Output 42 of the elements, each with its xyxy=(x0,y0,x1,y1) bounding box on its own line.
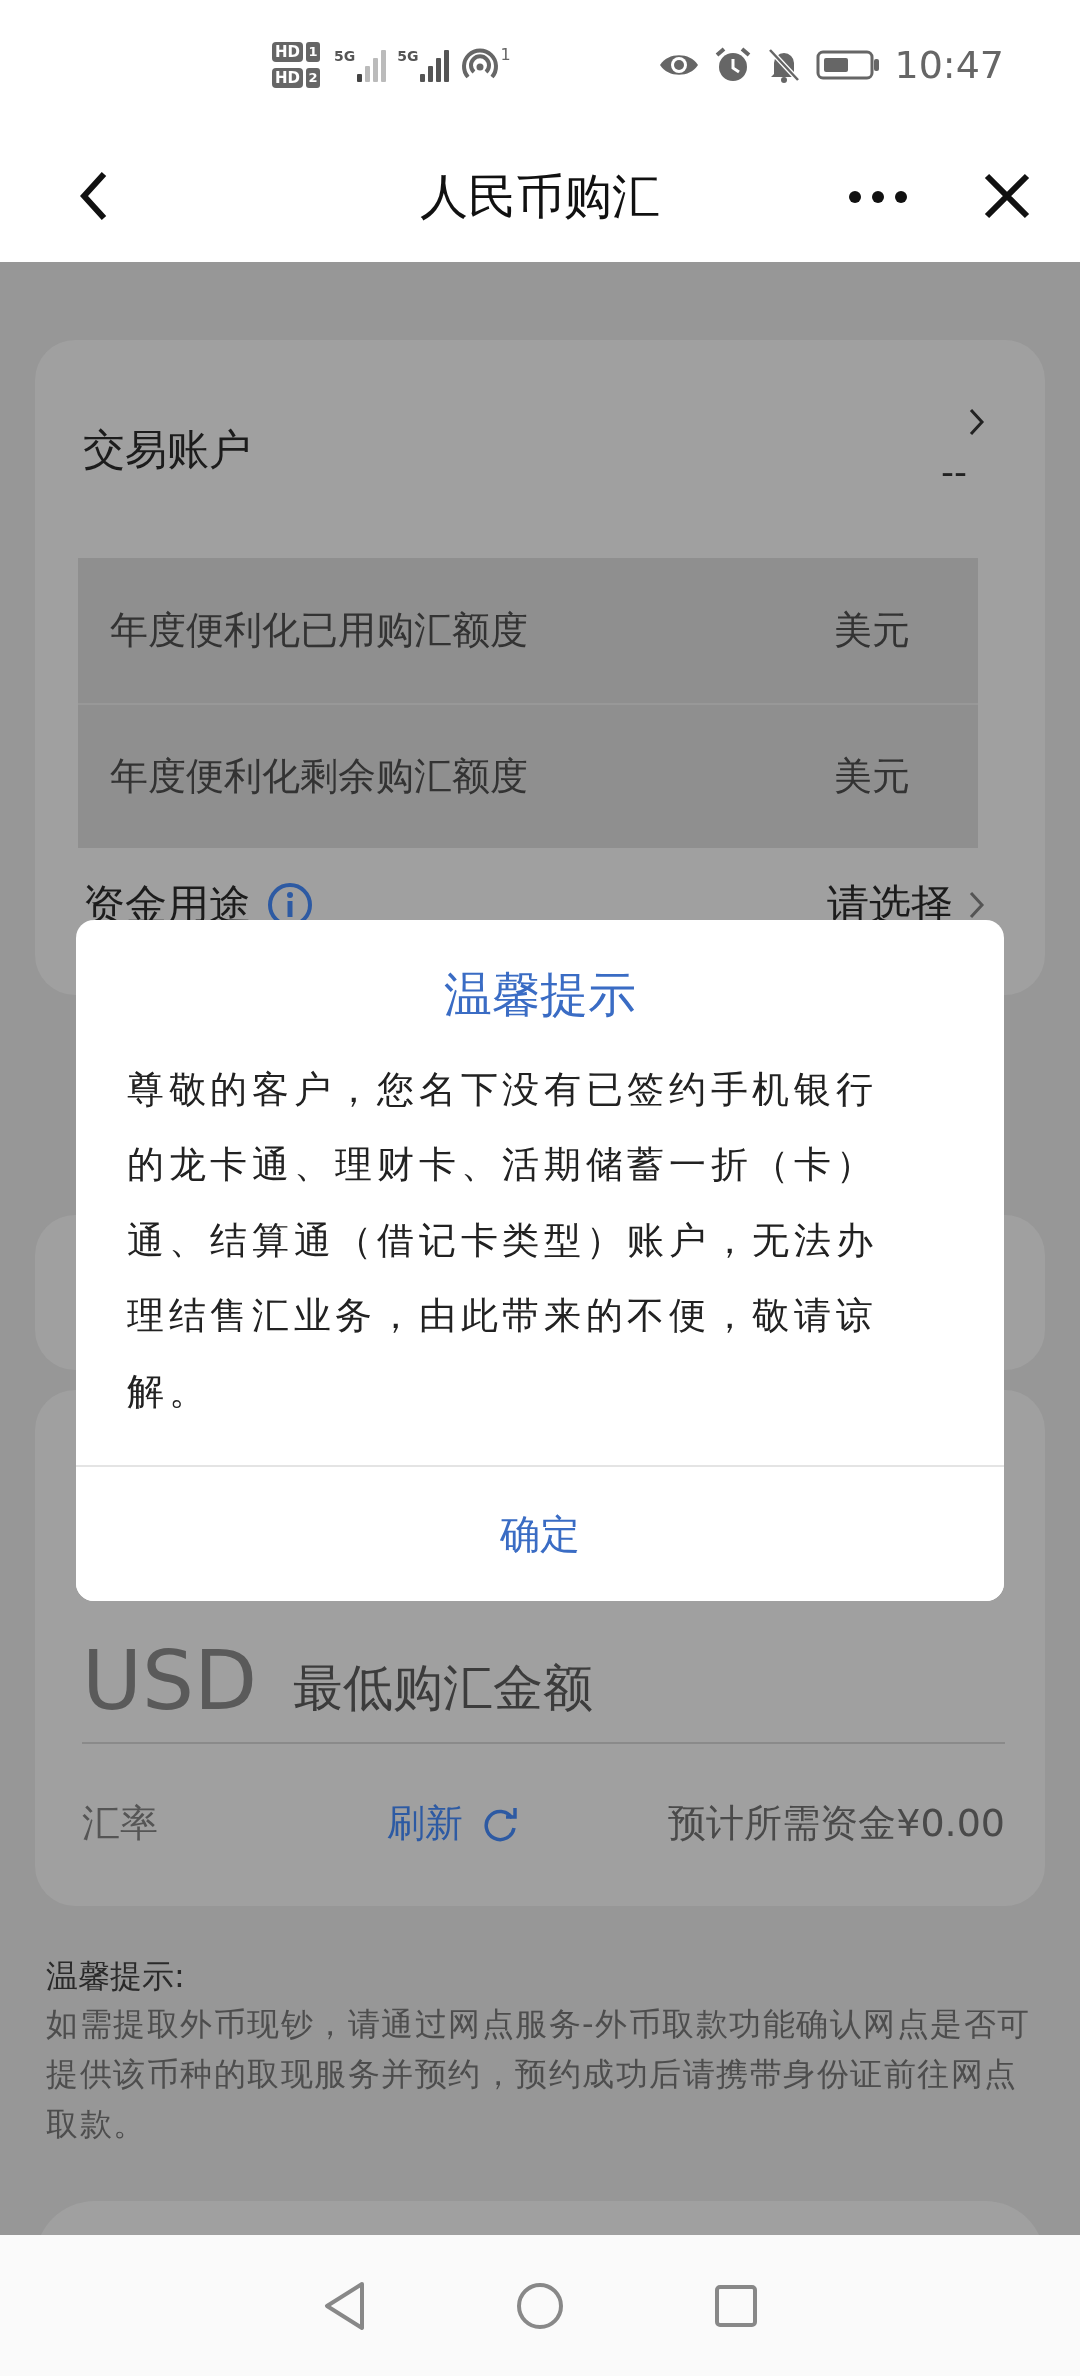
more-icon xyxy=(848,189,908,204)
sim-slot: 2 xyxy=(306,68,320,88)
close-icon xyxy=(984,173,1030,219)
dialog-title: 温馨提示 xyxy=(443,966,637,1024)
refresh-button[interactable]: 刷新 xyxy=(387,1794,519,1852)
close-button[interactable] xyxy=(984,173,1030,219)
battery-icon xyxy=(816,49,881,81)
field-label: 交易账户 xyxy=(83,423,251,476)
alarm-icon xyxy=(714,46,753,84)
amount-field[interactable]: 最低购汇金额 xyxy=(293,1650,894,1726)
quota-label: 年度便利化已用购汇额度 xyxy=(110,607,528,654)
estimate-text: 预计所需资金¥0.00 xyxy=(668,1799,1005,1847)
back-icon xyxy=(80,171,108,221)
back-button[interactable] xyxy=(80,171,108,221)
home-button[interactable] xyxy=(516,2281,564,2330)
page-title: 人民币购汇 xyxy=(420,168,660,224)
tips-text: 如需提取外币现钞，请通过网点服务-外币取款功能确认网点是否可提供该币种的取现服务并预约，预约成功后请携带身份证前往网点取款。 xyxy=(46,2003,1032,2145)
rate-label: 汇率 xyxy=(82,1799,159,1847)
network-label: 5G xyxy=(397,48,419,64)
network-label: 5G xyxy=(334,48,356,64)
dialog-message: 尊敬的客户，您名下没有已签约手机银行的龙卡通、理财卡、活期储蓄一折（卡）通、结算通（借记卡类型）账户，无法办理结售汇业务，由此带来的不便，敬请谅解。 xyxy=(127,1066,879,1415)
tips-title: 温馨提示: xyxy=(46,1956,186,1997)
confirm-button[interactable]: 确定 xyxy=(76,1465,1004,1601)
hotspot-count: 1 xyxy=(500,44,511,66)
back-nav-button[interactable] xyxy=(322,2279,366,2332)
square-icon xyxy=(714,2283,758,2328)
sim-badge: HD xyxy=(272,42,303,62)
quota-label: 年度便利化剩余购汇额度 xyxy=(110,753,528,800)
sim-slot: 1 xyxy=(306,42,320,62)
quota-unit: 美元 xyxy=(834,753,910,800)
signal-icon xyxy=(357,48,388,82)
account-value: -- xyxy=(941,454,967,490)
chevron-right-icon xyxy=(969,891,985,920)
recents-button[interactable] xyxy=(714,2283,758,2328)
sim-badge: HD xyxy=(272,68,303,88)
chevron-right-icon xyxy=(969,408,985,436)
home-circle-icon xyxy=(516,2281,564,2330)
signal-icon xyxy=(420,48,451,82)
currency-code: USD xyxy=(82,1640,258,1722)
clock-time: 10:47 xyxy=(894,41,1004,89)
quota-unit: 美元 xyxy=(834,607,910,654)
triangle-back-icon xyxy=(322,2279,366,2332)
